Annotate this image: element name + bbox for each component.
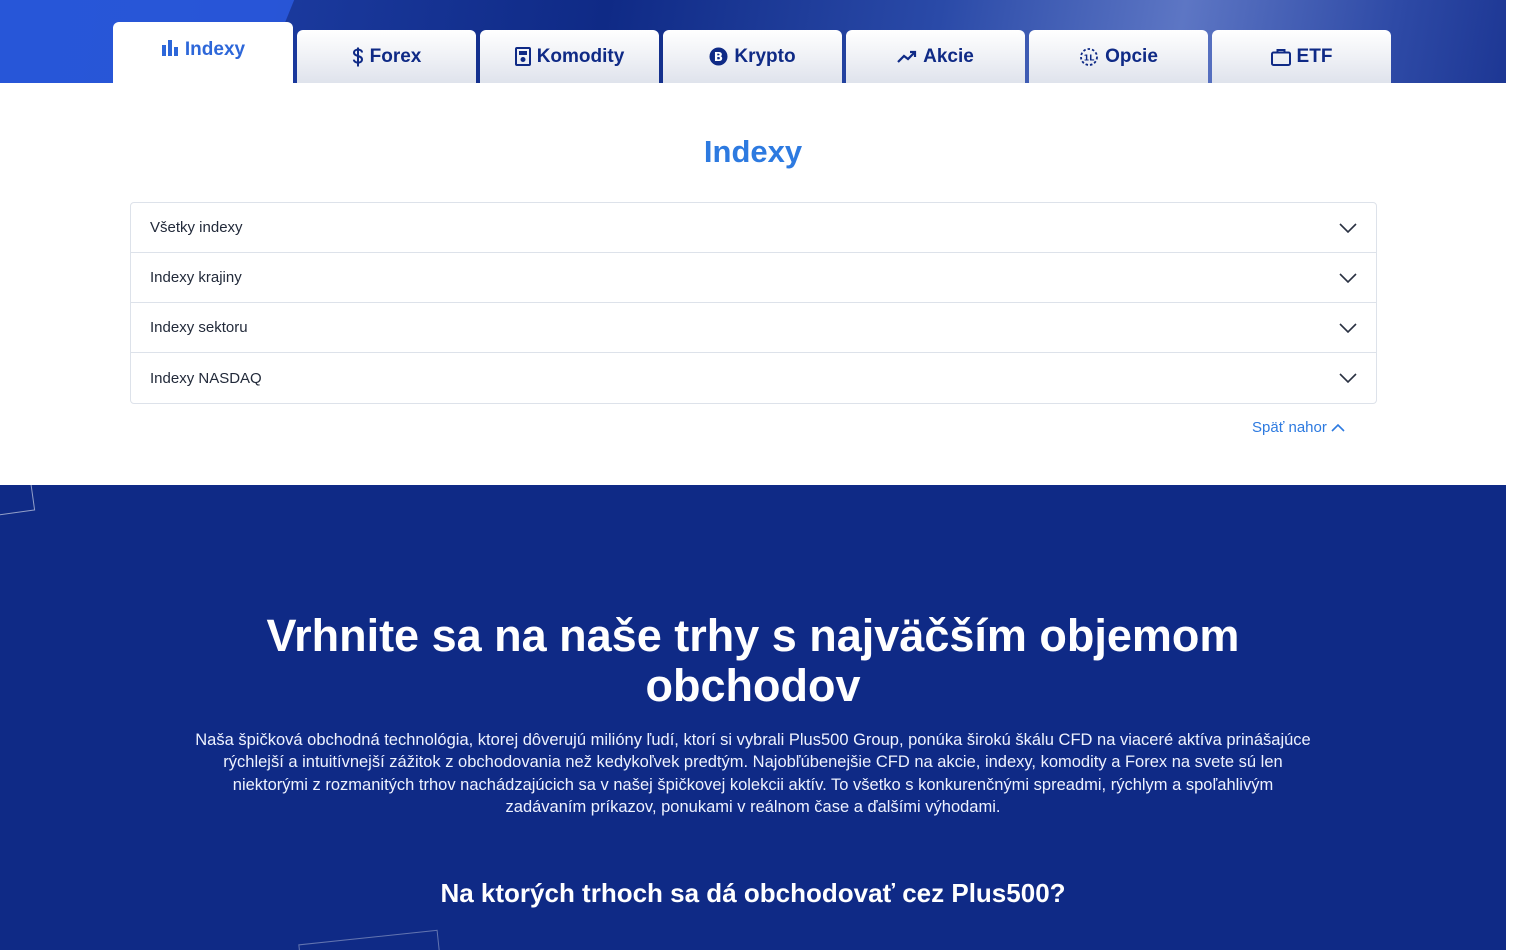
bar-chart-icon [161,39,179,56]
tab-forex[interactable]: Forex [297,30,476,83]
back-to-top-label: Späť nahor [1252,419,1327,436]
accordion-item-indexy-sektoru[interactable]: Indexy sektoru [131,303,1376,353]
dollar-icon [352,47,364,67]
chevron-down-icon [1339,373,1357,383]
options-icon: 1L [1079,47,1099,67]
accordion-item-label: Indexy NASDAQ [150,369,262,387]
commodity-icon [514,47,531,66]
svg-text:B: B [714,50,723,64]
tab-label: Forex [369,45,422,67]
section-title: Indexy [703,134,803,169]
back-to-top-link[interactable]: Späť nahor [1252,419,1345,436]
accordion-item-vsetky-indexy[interactable]: Všetky indexy [131,203,1376,253]
tab-label: Akcie [923,45,974,67]
tab-akcie[interactable]: Akcie [846,30,1025,83]
tab-opcie[interactable]: 1L Opcie [1029,30,1208,83]
tab-label: Indexy [184,39,246,60]
briefcase-icon [1270,48,1291,66]
promo-body: Naša špičková obchodná technológia, ktor… [195,731,1311,816]
tab-etf[interactable]: ETF [1212,30,1391,83]
tab-krypto[interactable]: B Krypto [663,30,842,83]
tab-label: Komodity [536,45,625,67]
accordion-item-label: Všetky indexy [150,219,243,236]
accordion-item-indexy-nasdaq[interactable]: Indexy NASDAQ [131,353,1376,403]
chevron-down-icon [1339,322,1357,333]
index-accordion: Všetky indexy Indexy krajiny Indexy sekt… [130,202,1377,404]
chevron-down-icon [1339,222,1357,233]
svg-text:1L: 1L [1084,53,1095,62]
tab-label: Opcie [1105,45,1158,67]
trend-up-icon [897,50,917,64]
decorative-frame [0,485,36,524]
tab-label: ETF [1296,45,1333,67]
tab-indexy[interactable]: Indexy [113,22,293,83]
bitcoin-icon: B [709,47,728,66]
page-gutter [1506,0,1520,950]
tab-komodity[interactable]: Komodity [480,30,659,83]
tab-label: Krypto [734,45,796,67]
accordion-item-label: Indexy krajiny [150,269,242,286]
promo-section: Vrhnite sa na naše trhy s najväčším obje… [0,485,1506,950]
chevron-up-icon [1331,419,1345,436]
promo-heading: Vrhnite sa na naše trhy s najväčším obje… [266,610,1240,711]
chevron-down-icon [1339,272,1357,283]
accordion-item-indexy-krajiny[interactable]: Indexy krajiny [131,253,1376,303]
decorative-frame [298,929,442,950]
promo-subheading: Na ktorých trhoch sa dá obchodovať cez P… [440,878,1066,908]
accordion-item-label: Indexy sektoru [150,319,248,336]
